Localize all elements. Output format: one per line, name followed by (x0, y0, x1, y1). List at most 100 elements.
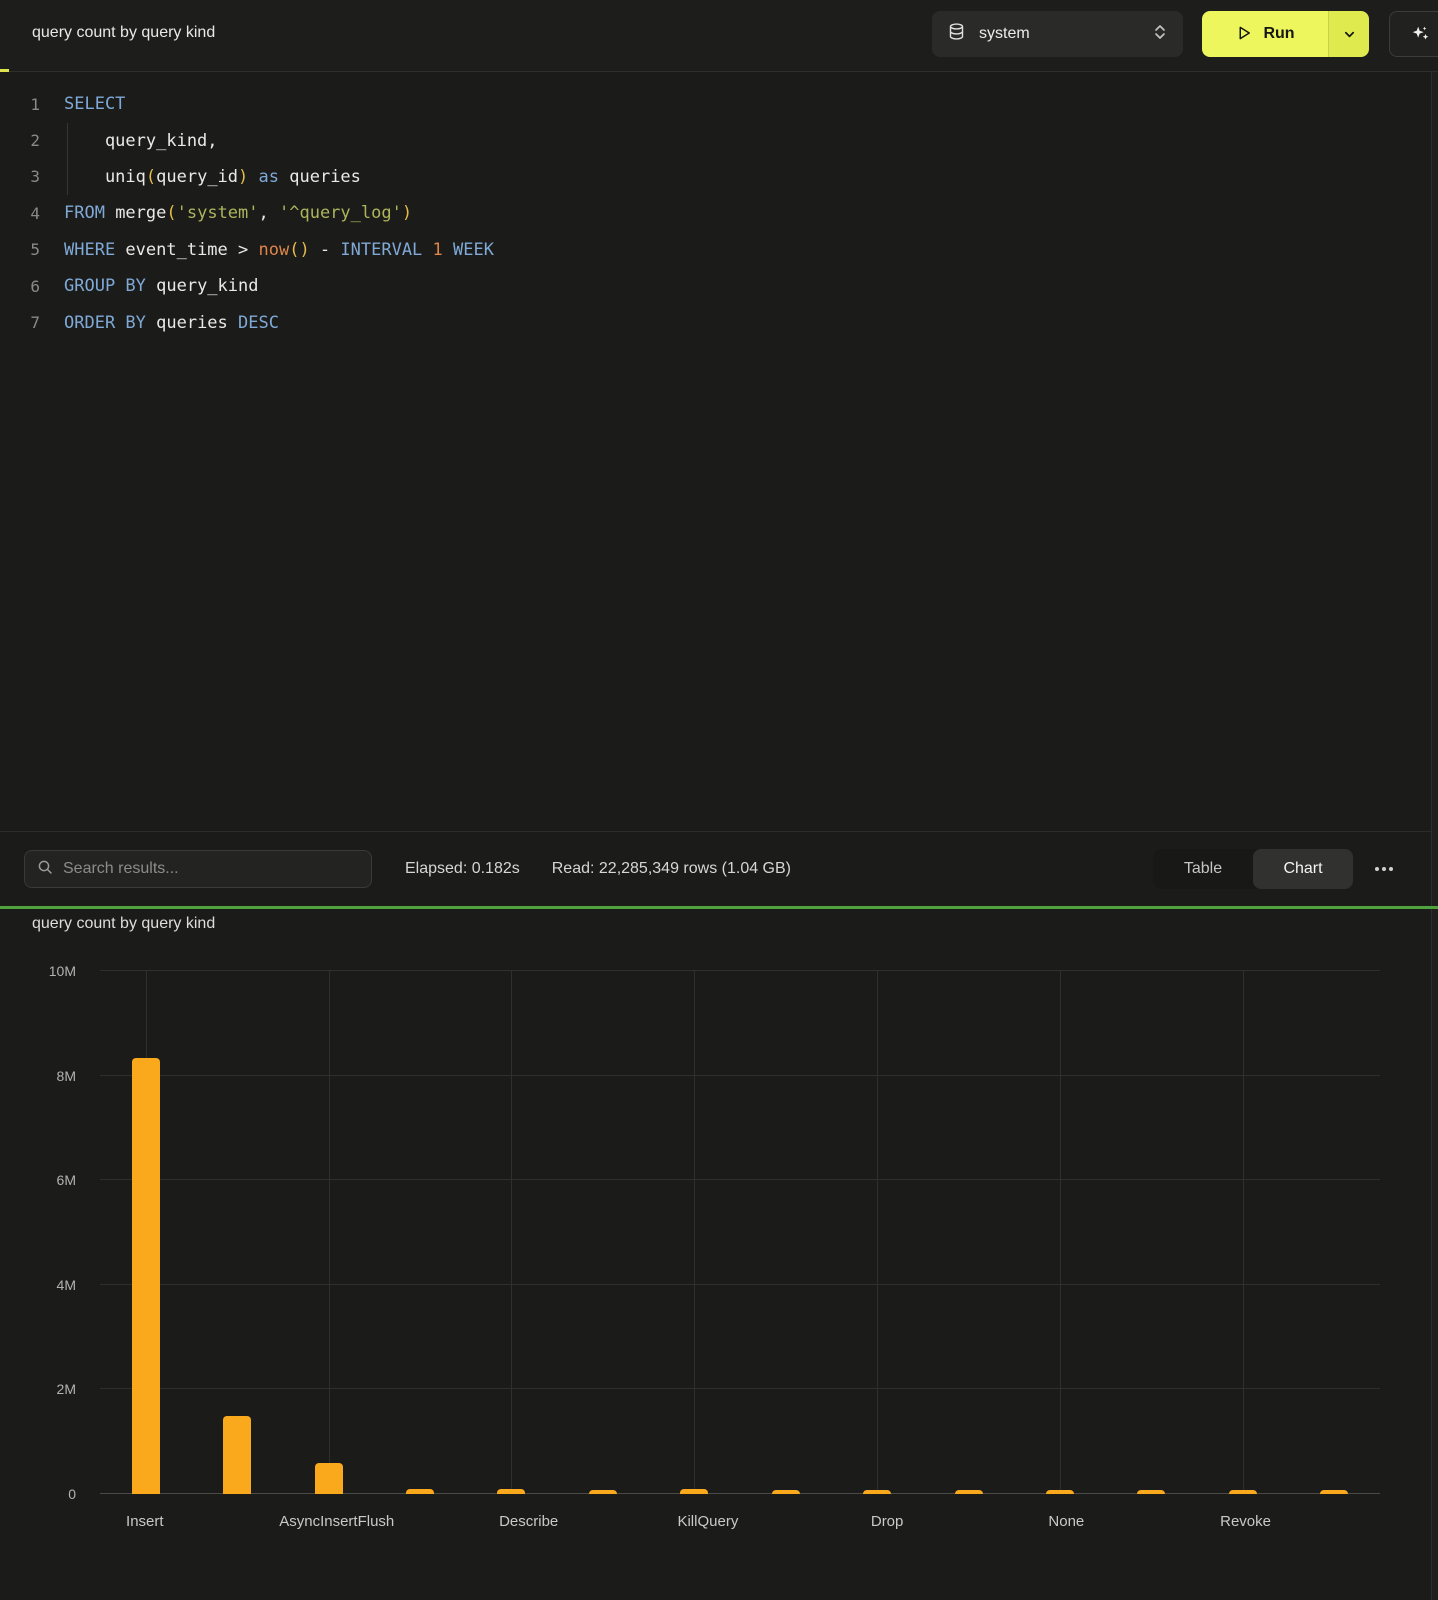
code-line[interactable]: 7ORDER BY queries DESC (0, 304, 1431, 340)
plot-area (100, 971, 1380, 1494)
x-axis-labels: Insert AsyncInsertFlush Describe KillQuery D… (100, 1507, 1380, 1537)
bar-slot (283, 971, 374, 1494)
code-line[interactable]: 6GROUP BY query_kind (0, 268, 1431, 304)
bar-KillQuery[interactable] (680, 1489, 708, 1494)
bar-slot (740, 971, 831, 1494)
x-tick-empty (932, 1507, 1022, 1537)
code-line[interactable]: 3 uniq(query_id) as queries (0, 159, 1431, 195)
bar-slot (923, 971, 1014, 1494)
x-tick-label: KillQuery (663, 1507, 753, 1537)
bar-unlabeled[interactable] (772, 1490, 800, 1494)
tab-table[interactable]: Table (1153, 849, 1253, 889)
run-button-label: Run (1263, 25, 1294, 43)
code-line[interactable]: 4FROM merge('system', '^query_log') (0, 195, 1431, 231)
line-number: 6 (0, 277, 40, 296)
gridline-vertical (511, 971, 512, 1494)
search-results-box (24, 850, 372, 888)
line-number: 5 (0, 240, 40, 259)
code-line[interactable]: 2 query_kind, (0, 122, 1431, 158)
ai-assist-button[interactable] (1389, 11, 1438, 57)
code-text: GROUP BY query_kind (40, 276, 258, 296)
scrollbar-track[interactable] (1431, 72, 1438, 1600)
header-bar: query count by query kind system Run (0, 0, 1438, 72)
bar-unlabeled[interactable] (589, 1490, 617, 1494)
code-text: uniq(query_id) as queries (40, 167, 361, 187)
y-tick-label: 0 (68, 1486, 76, 1502)
x-tick-empty (1290, 1507, 1380, 1537)
y-tick-label: 10M (49, 963, 76, 979)
line-number: 4 (0, 204, 40, 223)
bar-Drop[interactable] (863, 1490, 891, 1494)
read-stat: Read: 22,285,349 rows (1.04 GB) (552, 860, 791, 878)
line-number: 3 (0, 167, 40, 186)
y-tick-label: 6M (57, 1172, 76, 1188)
line-number: 7 (0, 313, 40, 332)
more-options-icon[interactable] (1373, 861, 1395, 877)
bar-unlabeled[interactable] (1320, 1490, 1348, 1494)
tab-chart[interactable]: Chart (1253, 849, 1353, 889)
y-tick-label: 8M (57, 1068, 76, 1084)
indent-guide (67, 123, 68, 195)
line-number: 1 (0, 95, 40, 114)
bar-unlabeled[interactable] (955, 1490, 983, 1494)
play-icon (1235, 24, 1253, 45)
search-icon (37, 859, 53, 880)
bar-slot (1014, 971, 1105, 1494)
chevron-down-icon (1343, 28, 1356, 41)
x-tick-label: None (1022, 1507, 1112, 1537)
code-text: SELECT (40, 94, 125, 114)
x-tick-empty (573, 1507, 663, 1537)
elapsed-stat: Elapsed: 0.182s (405, 860, 520, 878)
bar-unlabeled[interactable] (406, 1489, 434, 1494)
run-button[interactable]: Run (1202, 11, 1328, 57)
gridline-vertical (694, 971, 695, 1494)
code-text: ORDER BY queries DESC (40, 313, 279, 333)
code-text: WHERE event_time > now() - INTERVAL 1 WE… (40, 240, 494, 260)
chart-panel: query count by query kind 10M8M6M4M2M0 I… (0, 909, 1431, 1600)
bar-Insert[interactable] (132, 1058, 160, 1494)
gridline-vertical (877, 971, 878, 1494)
view-toggle: Table Chart (1153, 849, 1353, 889)
updown-chevron-icon (1153, 23, 1167, 46)
run-split-button: Run (1202, 11, 1369, 57)
bar-None[interactable] (1046, 1490, 1074, 1494)
bar-slot (831, 971, 922, 1494)
sql-editor[interactable]: 1SELECT2 query_kind,3 uniq(query_id) as … (0, 72, 1431, 831)
bar-Revoke[interactable] (1229, 1490, 1257, 1494)
gridline-vertical (1243, 971, 1244, 1494)
code-text: FROM merge('system', '^query_log') (40, 203, 412, 223)
bar-slot (100, 971, 191, 1494)
results-toolbar: Elapsed: 0.182s Read: 22,285,349 rows (1… (0, 831, 1431, 906)
sparkles-icon (1409, 23, 1431, 45)
y-tick-label: 4M (57, 1277, 76, 1293)
x-tick-empty (1111, 1507, 1201, 1537)
x-tick-label: Revoke (1201, 1507, 1291, 1537)
gridline-vertical (1060, 971, 1061, 1494)
x-tick-label: Drop (842, 1507, 932, 1537)
query-title: query count by query kind (32, 24, 215, 42)
database-selector-value: system (979, 25, 1030, 43)
bar-Describe[interactable] (497, 1489, 525, 1494)
x-tick-label: Insert (100, 1507, 190, 1537)
bar-slot (374, 971, 465, 1494)
x-tick-label: AsyncInsertFlush (279, 1507, 394, 1537)
x-tick-empty (190, 1507, 280, 1537)
code-line[interactable]: 1SELECT (0, 86, 1431, 122)
bar-slot (1197, 971, 1288, 1494)
bar-AsyncInsertFlush[interactable] (315, 1463, 343, 1494)
bar-slot (1288, 971, 1379, 1494)
run-options-button[interactable] (1328, 11, 1369, 57)
gridline-vertical (329, 971, 330, 1494)
code-line[interactable]: 5WHERE event_time > now() - INTERVAL 1 W… (0, 232, 1431, 268)
database-selector[interactable]: system (932, 11, 1183, 57)
bar-unlabeled[interactable] (1137, 1490, 1165, 1494)
x-tick-empty (394, 1507, 484, 1537)
y-axis: 10M8M6M4M2M0 (0, 971, 88, 1494)
bar-unlabeled[interactable] (223, 1416, 251, 1494)
chart-title: query count by query kind (32, 915, 215, 933)
bar-slot (557, 971, 648, 1494)
bar-slot (1106, 971, 1197, 1494)
line-number: 2 (0, 131, 40, 150)
search-results-input[interactable] (63, 860, 359, 878)
x-tick-label: Describe (484, 1507, 574, 1537)
